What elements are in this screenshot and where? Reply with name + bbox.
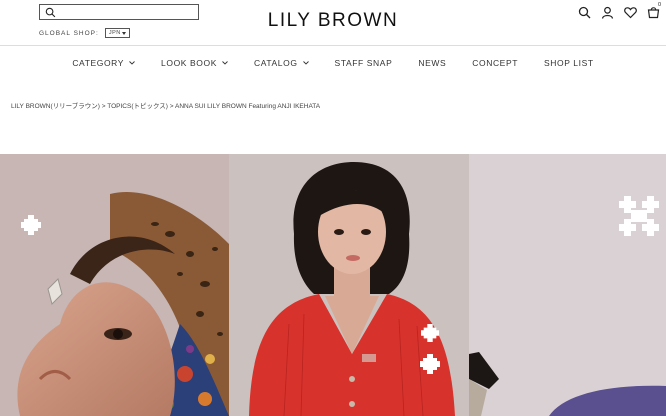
header-icons: 0: [578, 2, 661, 19]
site-header: GLOBAL SHOP: JPN LILY BROWN 0: [0, 0, 666, 46]
nav-item-label: SHOP LIST: [544, 58, 594, 68]
nav-item-shop-list[interactable]: SHOP LIST: [531, 58, 607, 68]
language-value: JPN: [108, 30, 121, 36]
caret-down-icon: [121, 31, 126, 35]
nav-item-label: LOOK BOOK: [161, 58, 217, 68]
nav-item-label: STAFF SNAP: [334, 58, 393, 68]
nav-item-category[interactable]: CATEGORY: [59, 58, 148, 68]
model-face-closeup-image: [0, 154, 229, 416]
pixel-plus-deco: [421, 324, 439, 342]
nav-item-label: CATEGORY: [72, 58, 125, 68]
nav-item-label: CATALOG: [253, 58, 298, 68]
search-icon[interactable]: [45, 7, 56, 18]
pixel-hash-deco: [619, 196, 659, 236]
breadcrumb-link-topics[interactable]: TOPICS(トピックス): [107, 103, 168, 110]
breadcrumb-current: ANNA SUI LILY BROWN Featuring ANJI IKEHA…: [175, 103, 321, 110]
user-icon[interactable]: [601, 6, 614, 19]
nav-item-concept[interactable]: CONCEPT: [459, 58, 531, 68]
breadcrumb-separator: >: [101, 103, 106, 110]
search-box[interactable]: [39, 4, 199, 20]
nav-item-look-book[interactable]: LOOK BOOK: [148, 58, 241, 68]
language-select[interactable]: JPN: [104, 28, 130, 38]
pixel-plus-deco: [21, 215, 41, 235]
global-shop-label: GLOBAL SHOP:: [39, 29, 99, 37]
chevron-down-icon: [129, 61, 135, 65]
heart-icon[interactable]: [624, 6, 637, 19]
model-partial-image: [469, 154, 666, 416]
main-nav: CATEGORY LOOK BOOK CATALOG STAFF SNAP NE…: [0, 58, 666, 68]
hero-photo-center: [229, 154, 469, 416]
cart-count-badge: 0: [657, 2, 661, 8]
nav-item-catalog[interactable]: CATALOG: [241, 58, 322, 68]
nav-item-staff-snap[interactable]: STAFF SNAP: [322, 58, 406, 68]
breadcrumb-link-home[interactable]: LILY BROWN(リリーブラウン): [11, 103, 100, 110]
breadcrumb: LILY BROWN(リリーブラウン) > TOPICS(トピックス) > AN…: [11, 100, 320, 110]
breadcrumb-separator: >: [169, 103, 174, 110]
nav-item-label: CONCEPT: [472, 58, 519, 68]
hero-photo-right: [469, 154, 666, 416]
chevron-down-icon: [302, 61, 309, 65]
nav-item-news[interactable]: NEWS: [405, 58, 459, 68]
chevron-down-icon: [222, 61, 228, 65]
site-logo[interactable]: LILY BROWN: [268, 10, 398, 31]
cart-button[interactable]: 0: [647, 2, 661, 19]
search-icon[interactable]: [578, 6, 591, 19]
model-red-cardigan-image: [229, 154, 469, 416]
hero-photo-left: [0, 154, 229, 416]
nav-item-label: NEWS: [418, 58, 447, 68]
search-input[interactable]: [58, 6, 196, 18]
pixel-plus-deco: [420, 354, 440, 374]
global-shop: GLOBAL SHOP: JPN: [39, 28, 130, 38]
hero-image: [0, 154, 666, 416]
